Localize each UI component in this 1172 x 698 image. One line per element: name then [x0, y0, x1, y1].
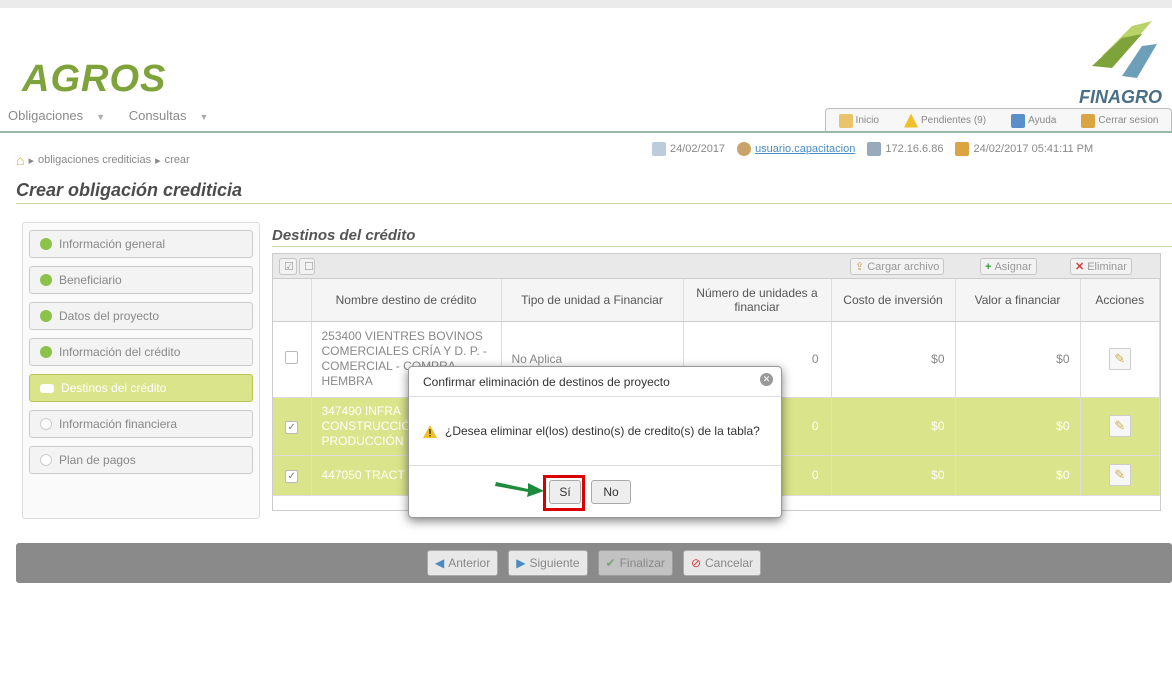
highlight-box — [543, 475, 585, 511]
modal-overlay: Confirmar eliminación de destinos de pro… — [0, 0, 1172, 698]
arrow-right-icon — [495, 482, 544, 497]
confirm-delete-dialog: Confirmar eliminación de destinos de pro… — [408, 366, 782, 518]
warning-icon — [423, 424, 437, 438]
dialog-title: Confirmar eliminación de destinos de pro… — [409, 367, 781, 397]
dialog-body: ¿Desea eliminar el(los) destino(s) de cr… — [409, 397, 781, 465]
dialog-message: ¿Desea eliminar el(los) destino(s) de cr… — [445, 424, 760, 438]
dialog-footer: Sí No — [409, 465, 781, 517]
close-icon[interactable]: ✕ — [760, 373, 773, 386]
no-button[interactable]: No — [591, 480, 631, 504]
